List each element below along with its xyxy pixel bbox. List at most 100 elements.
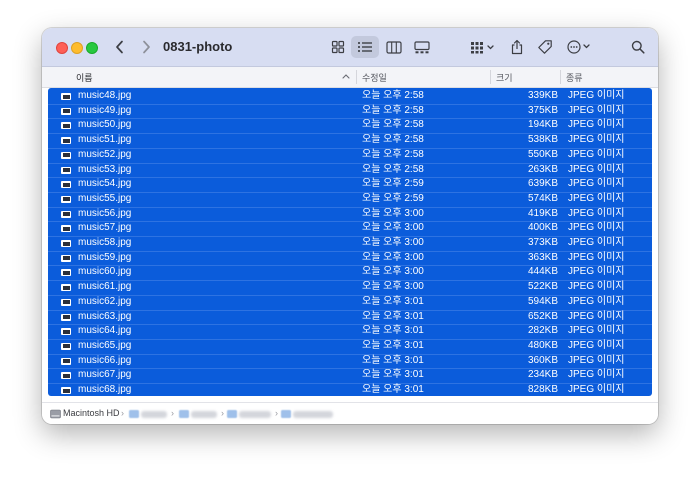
file-kind: JPEG 이미지 xyxy=(568,148,625,160)
file-row[interactable]: music63.jpg 오늘 오후 3:01 652KB JPEG 이미지 xyxy=(48,310,652,325)
column-header-kind[interactable]: 종류 xyxy=(566,71,583,84)
chevron-left-icon xyxy=(116,40,123,54)
image-file-icon xyxy=(61,328,71,336)
file-size: 234KB xyxy=(527,369,558,381)
tag-button[interactable] xyxy=(535,36,555,58)
file-name: music56.jpg xyxy=(78,207,132,219)
image-file-icon xyxy=(61,313,71,321)
forward-button[interactable] xyxy=(138,36,154,58)
file-kind: JPEG 이미지 xyxy=(568,207,625,219)
file-row[interactable]: music68.jpg 오늘 오후 3:01 828KB JPEG 이미지 xyxy=(48,383,652,398)
search-button[interactable] xyxy=(628,36,648,58)
column-header-name[interactable]: 이름 xyxy=(76,71,93,84)
image-file-icon xyxy=(61,107,71,115)
column-view-button[interactable] xyxy=(383,36,405,58)
column-divider[interactable] xyxy=(356,70,357,84)
file-size: 550KB xyxy=(527,148,558,160)
file-kind: JPEG 이미지 xyxy=(568,339,625,351)
file-date: 오늘 오후 2:58 xyxy=(362,163,424,175)
minimize-window-button[interactable] xyxy=(71,42,83,54)
file-name: music53.jpg xyxy=(78,163,132,175)
file-row[interactable]: music55.jpg 오늘 오후 2:59 574KB JPEG 이미지 xyxy=(48,192,652,207)
file-row[interactable]: music53.jpg 오늘 오후 2:58 263KB JPEG 이미지 xyxy=(48,163,652,178)
image-file-icon xyxy=(61,181,71,189)
file-row[interactable]: music58.jpg 오늘 오후 3:00 373KB JPEG 이미지 xyxy=(48,236,652,251)
close-window-button[interactable] xyxy=(56,42,68,54)
file-row[interactable]: music62.jpg 오늘 오후 3:01 594KB JPEG 이미지 xyxy=(48,295,652,310)
file-date: 오늘 오후 3:00 xyxy=(362,222,424,234)
path-separator: › xyxy=(221,408,224,418)
file-list[interactable]: music48.jpg 오늘 오후 2:58 339KB JPEG 이미지 music4… xyxy=(48,88,652,396)
path-segment[interactable] xyxy=(141,411,167,418)
icon-view-button[interactable] xyxy=(327,36,349,58)
image-file-icon xyxy=(61,137,71,145)
path-disk-label[interactable]: Macintosh HD xyxy=(63,408,120,418)
column-divider[interactable] xyxy=(560,70,561,84)
path-segment[interactable] xyxy=(239,411,271,418)
file-kind: JPEG 이미지 xyxy=(568,178,625,190)
file-name: music51.jpg xyxy=(78,134,132,146)
file-row[interactable]: music51.jpg 오늘 오후 2:58 538KB JPEG 이미지 xyxy=(48,133,652,148)
finder-window: 0831-photo 이름 수정일 크기 종류 music48.jpg 오늘 오… xyxy=(42,28,658,424)
back-button[interactable] xyxy=(112,36,128,58)
path-segment[interactable] xyxy=(191,411,217,418)
file-name: music68.jpg xyxy=(78,384,132,395)
zoom-window-button[interactable] xyxy=(86,42,98,54)
path-bar: Macintosh HD › › › › xyxy=(42,402,658,424)
file-kind: JPEG 이미지 xyxy=(568,104,625,116)
image-file-icon xyxy=(61,225,71,233)
file-date: 오늘 오후 3:00 xyxy=(362,237,424,248)
file-kind: JPEG 이미지 xyxy=(568,222,625,234)
path-separator: › xyxy=(275,408,278,418)
file-name: music55.jpg xyxy=(78,192,132,204)
image-file-icon xyxy=(61,357,71,365)
column-header-date[interactable]: 수정일 xyxy=(362,71,387,84)
share-icon xyxy=(511,39,523,55)
file-date: 오늘 오후 3:01 xyxy=(362,310,424,322)
image-file-icon xyxy=(61,240,71,247)
image-file-icon xyxy=(61,342,71,350)
list-view-button[interactable] xyxy=(351,36,379,58)
file-row[interactable]: music48.jpg 오늘 오후 2:58 339KB JPEG 이미지 xyxy=(48,89,652,104)
file-row[interactable]: music56.jpg 오늘 오후 3:00 419KB JPEG 이미지 xyxy=(48,207,652,222)
image-file-icon xyxy=(61,151,71,159)
file-row[interactable]: music61.jpg 오늘 오후 3:00 522KB JPEG 이미지 xyxy=(48,280,652,295)
image-file-icon xyxy=(61,284,71,292)
file-row[interactable]: music49.jpg 오늘 오후 2:58 375KB JPEG 이미지 xyxy=(48,104,652,119)
file-date: 오늘 오후 3:00 xyxy=(362,207,424,219)
file-size: 639KB xyxy=(527,178,558,190)
file-row[interactable]: music64.jpg 오늘 오후 3:01 282KB JPEG 이미지 xyxy=(48,324,652,339)
gallery-view-button[interactable] xyxy=(411,36,433,58)
file-row[interactable]: music52.jpg 오늘 오후 2:58 550KB JPEG 이미지 xyxy=(48,148,652,163)
file-date: 오늘 오후 3:01 xyxy=(362,295,424,307)
file-row[interactable]: music60.jpg 오늘 오후 3:00 444KB JPEG 이미지 xyxy=(48,265,652,280)
file-date: 오늘 오후 2:59 xyxy=(362,192,424,204)
gallery-view-icon xyxy=(414,40,430,53)
file-row[interactable]: music50.jpg 오늘 오후 2:58 194KB JPEG 이미지 xyxy=(48,118,652,133)
file-date: 오늘 오후 3:01 xyxy=(362,369,424,381)
file-kind: JPEG 이미지 xyxy=(568,354,625,366)
share-button[interactable] xyxy=(507,36,527,58)
file-size: 282KB xyxy=(527,325,558,337)
column-divider[interactable] xyxy=(490,70,491,84)
file-row[interactable]: music57.jpg 오늘 오후 3:00 400KB JPEG 이미지 xyxy=(48,221,652,236)
file-row[interactable]: music65.jpg 오늘 오후 3:01 480KB JPEG 이미지 xyxy=(48,339,652,354)
file-row[interactable]: music59.jpg 오늘 오후 3:00 363KB JPEG 이미지 xyxy=(48,251,652,266)
file-kind: JPEG 이미지 xyxy=(568,310,625,322)
more-actions-button[interactable] xyxy=(565,36,595,58)
hard-drive-icon xyxy=(50,409,61,419)
file-name: music64.jpg xyxy=(78,325,132,337)
file-name: music59.jpg xyxy=(78,251,132,263)
column-header-size[interactable]: 크기 xyxy=(496,71,513,84)
folder-icon xyxy=(179,410,189,418)
file-size: 373KB xyxy=(527,237,558,248)
file-row[interactable]: music66.jpg 오늘 오후 3:01 360KB JPEG 이미지 xyxy=(48,354,652,369)
image-file-icon xyxy=(61,298,71,306)
file-row[interactable]: music67.jpg 오늘 오후 3:01 234KB JPEG 이미지 xyxy=(48,368,652,383)
file-date: 오늘 오후 2:58 xyxy=(362,104,424,116)
file-name: music61.jpg xyxy=(78,281,132,293)
file-kind: JPEG 이미지 xyxy=(568,192,625,204)
path-segment[interactable] xyxy=(293,411,333,418)
file-row[interactable]: music54.jpg 오늘 오후 2:59 639KB JPEG 이미지 xyxy=(48,177,652,192)
group-by-button[interactable] xyxy=(468,36,498,58)
